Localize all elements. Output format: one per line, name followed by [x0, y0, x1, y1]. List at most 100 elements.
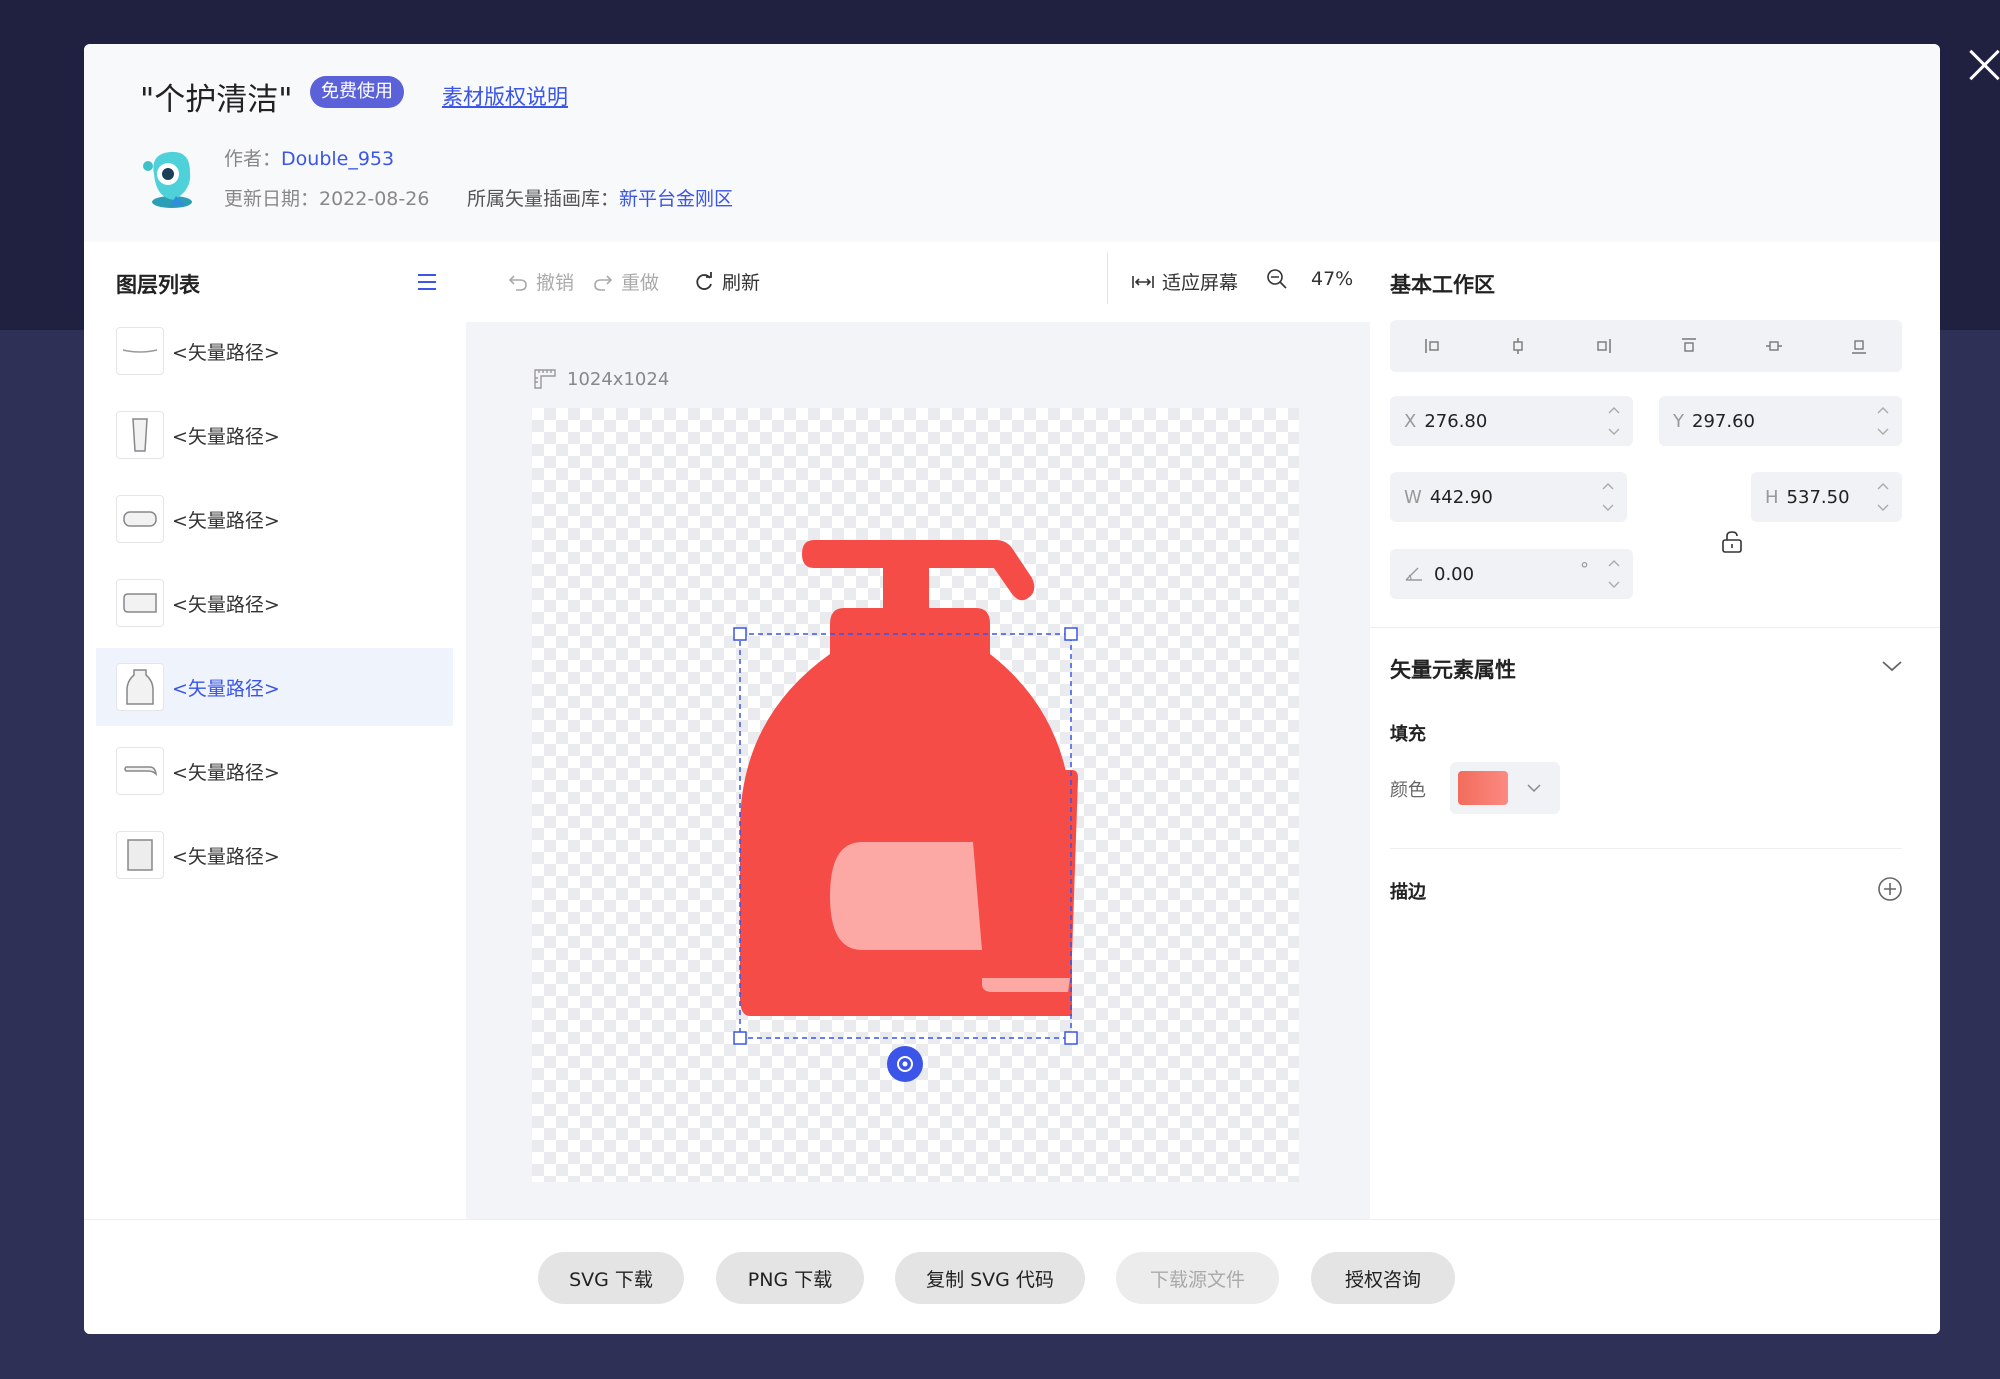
y-field[interactable]: Y 297.60 [1659, 396, 1902, 446]
properties-panel: 基本工作区 X 276.80 Y 297.60 W 442.90 H 537.5… [1370, 242, 1940, 1219]
material-detail-modal: "个护清洁" 免费使用 素材版权说明 作者：Double_953 更新日期：20… [84, 44, 1940, 1334]
undo-button[interactable]: 撤销 [508, 268, 574, 295]
zoom-level: 47% [1311, 268, 1354, 290]
library-link[interactable]: 新平台金刚区 [619, 188, 733, 210]
download-source-button[interactable]: 下载源文件 [1116, 1252, 1279, 1304]
layer-thumbnail [116, 495, 164, 543]
vector-properties-title: 矢量元素属性 [1390, 658, 1516, 682]
color-label: 颜色 [1390, 780, 1426, 801]
align-toolbar [1390, 320, 1902, 372]
author-name-link[interactable]: Double_953 [281, 148, 394, 170]
close-icon[interactable] [1965, 45, 2000, 85]
artboard[interactable] [532, 408, 1299, 1182]
layer-item[interactable]: <矢量路径> [96, 312, 453, 390]
layer-thumbnail [116, 411, 164, 459]
author-label: 作者： [224, 148, 282, 170]
layer-item[interactable]: <矢量路径> [96, 396, 453, 474]
section-divider [1370, 627, 1940, 628]
align-top-icon[interactable] [1674, 331, 1704, 361]
align-center-vertical-icon[interactable] [1759, 331, 1789, 361]
layer-item[interactable]: <矢量路径> [96, 564, 453, 642]
chevron-down-icon[interactable] [1880, 658, 1904, 674]
chevron-down-icon [1527, 784, 1541, 793]
fill-label: 填充 [1390, 724, 1426, 745]
y-prefix: Y [1673, 410, 1684, 432]
library-label: 所属矢量插画库： [467, 188, 620, 210]
layer-label: <矢量路径> [172, 593, 280, 616]
refresh-button[interactable]: 刷新 [694, 268, 760, 295]
free-use-badge: 免费使用 [310, 76, 404, 108]
workspace-title: 基本工作区 [1390, 273, 1495, 297]
redo-button[interactable]: 重做 [593, 268, 659, 295]
add-circle-icon[interactable] [1877, 876, 1903, 902]
layer-thumbnail [116, 747, 164, 795]
library-info: 所属矢量插画库：新平台金刚区 [467, 184, 733, 211]
layer-thumbnail [116, 579, 164, 627]
canvas-area: 1024x1024 [466, 322, 1370, 1219]
zoom-out-icon [1267, 269, 1287, 289]
author-avatar [143, 151, 192, 208]
layer-label: <矢量路径> [172, 425, 280, 448]
fit-screen-icon [1132, 275, 1154, 288]
unlock-ratio-icon[interactable] [1719, 529, 1745, 555]
layer-item[interactable]: <矢量路径> [96, 732, 453, 810]
y-stepper[interactable] [1872, 401, 1894, 441]
redo-icon [594, 274, 613, 291]
angle-icon [1405, 567, 1422, 581]
w-prefix: W [1404, 486, 1422, 508]
layer-item[interactable]: <矢量路径> [96, 816, 453, 894]
width-field[interactable]: W 442.90 [1390, 472, 1627, 522]
h-stepper[interactable] [1872, 477, 1894, 517]
layer-item[interactable]: <矢量路径> [96, 480, 453, 558]
layer-thumbnail [116, 831, 164, 879]
degree-symbol: ° [1580, 559, 1589, 580]
undo-label: 撤销 [536, 272, 575, 294]
height-stepper-wrap [1751, 472, 1902, 522]
copyright-link[interactable]: 素材版权说明 [442, 81, 568, 111]
list-menu-icon[interactable] [418, 274, 436, 290]
color-swatch [1458, 771, 1508, 805]
png-download-button[interactable]: PNG 下载 [716, 1252, 864, 1304]
svg-download-button[interactable]: SVG 下载 [538, 1252, 684, 1304]
x-stepper[interactable] [1603, 401, 1625, 441]
section-divider [1390, 848, 1902, 849]
copy-svg-code-button[interactable]: 复制 SVG 代码 [895, 1252, 1085, 1304]
angle-stepper[interactable] [1603, 554, 1625, 594]
w-stepper[interactable] [1597, 477, 1619, 517]
x-value: 276.80 [1424, 410, 1488, 432]
stroke-label: 描边 [1390, 882, 1426, 903]
angle-value: 0.00 [1434, 563, 1475, 585]
ruler-icon [534, 369, 556, 389]
x-field[interactable]: X 276.80 [1390, 396, 1633, 446]
rotation-field[interactable]: 0.00 ° [1390, 549, 1633, 599]
author-info: 作者：Double_953 [224, 144, 394, 171]
fit-screen-label: 适应屏幕 [1162, 272, 1239, 294]
update-date: 更新日期：2022-08-26 [224, 188, 430, 210]
material-title: "个护清洁" [140, 82, 293, 118]
toolbar-divider [1107, 252, 1108, 304]
layer-thumbnail [116, 327, 164, 375]
w-value: 442.90 [1429, 486, 1493, 508]
align-center-horizontal-icon[interactable] [1503, 331, 1533, 361]
layer-label: <矢量路径> [172, 677, 280, 700]
zoom-out-button[interactable] [1266, 268, 1288, 290]
layer-thumbnail [116, 663, 164, 711]
fit-screen-button[interactable]: 适应屏幕 [1132, 268, 1238, 295]
layer-panel: 图层列表 <矢量路径> <矢量路径> <矢量路径> <矢量路径> <矢量路径> … [84, 242, 466, 1219]
modal-footer: SVG 下载 PNG 下载 复制 SVG 代码 下载源文件 授权咨询 [84, 1219, 1940, 1334]
license-consult-button[interactable]: 授权咨询 [1311, 1252, 1455, 1304]
fill-color-picker[interactable] [1450, 762, 1560, 814]
layer-label: <矢量路径> [172, 509, 280, 532]
align-left-icon[interactable] [1418, 331, 1448, 361]
layer-label: <矢量路径> [172, 845, 280, 868]
canvas-size-label: 1024x1024 [533, 368, 669, 390]
refresh-label: 刷新 [722, 272, 761, 294]
canvas-size: 1024x1024 [567, 368, 670, 390]
soap-bottle-illustration[interactable] [532, 408, 1299, 1182]
x-prefix: X [1404, 410, 1417, 432]
align-right-icon[interactable] [1588, 331, 1618, 361]
layer-item-selected[interactable]: <矢量路径> [96, 648, 453, 726]
align-bottom-icon[interactable] [1844, 331, 1874, 361]
y-value: 297.60 [1692, 410, 1755, 432]
layer-panel-title: 图层列表 [116, 273, 200, 297]
